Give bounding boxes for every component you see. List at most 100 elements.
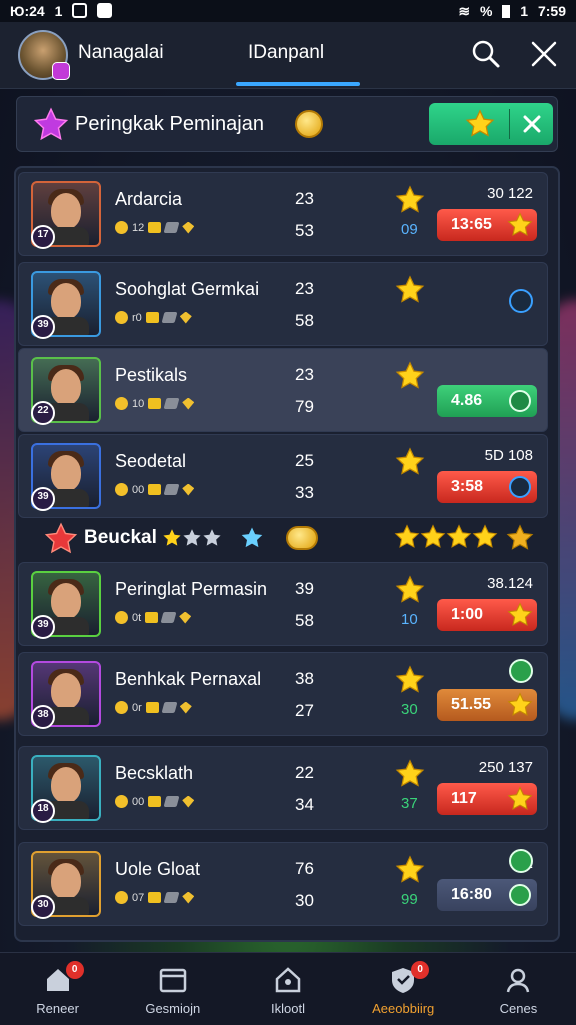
search-icon[interactable] bbox=[470, 38, 502, 70]
reward-value: 4.86 bbox=[451, 392, 483, 409]
button-divider bbox=[509, 109, 510, 139]
table-row[interactable]: 38 Benhkak Pernaxal 0r 38 27 3027 51.55 bbox=[18, 652, 548, 736]
pill-badge-icon bbox=[509, 390, 531, 412]
avatar-face bbox=[51, 767, 81, 803]
level-badge: 22 bbox=[31, 401, 55, 425]
nav-reneer[interactable]: 0 Reneer bbox=[0, 953, 115, 1025]
small-star-icon bbox=[163, 529, 181, 546]
favorite-toggle-button[interactable] bbox=[429, 103, 553, 145]
nav-cenes[interactable]: Cenes bbox=[461, 953, 576, 1025]
rating-star-icon bbox=[394, 524, 420, 548]
star-icon bbox=[465, 109, 495, 137]
gold-bar-icon bbox=[145, 612, 159, 623]
table-row[interactable]: 39 Soohglat Germkai r0 23 58 bbox=[18, 262, 548, 346]
timer-label: 30 122 bbox=[487, 185, 533, 202]
info-badge-icon[interactable] bbox=[509, 289, 533, 313]
reward-value: 3:58 bbox=[451, 478, 484, 495]
table-row[interactable]: 39 Seodetal 00 25 33 5D 108 3:58 bbox=[18, 434, 548, 518]
tab-nanagalai[interactable]: Nanagalai bbox=[78, 42, 164, 64]
wifi-icon: ≋ bbox=[458, 2, 471, 19]
calendar-icon bbox=[159, 968, 187, 993]
silver-bar-icon bbox=[161, 312, 178, 323]
table-row[interactable]: 39 Peringlat Permasin 0t 39 58 10 38.124 … bbox=[18, 562, 548, 646]
reward-pill-button[interactable]: 1:00 bbox=[437, 599, 537, 631]
stat-primary: 76 bbox=[295, 859, 314, 878]
nav-label: Aeeobbiirg bbox=[372, 1001, 435, 1016]
coin-icon bbox=[295, 110, 323, 138]
stat-secondary: 58 bbox=[295, 611, 314, 630]
table-row[interactable]: 22 Pestikals 10 23 79 4.86 bbox=[18, 348, 548, 432]
reward-pill-button[interactable]: 51.55 bbox=[437, 689, 537, 721]
reward-pill-button[interactable]: 4.86 bbox=[437, 385, 537, 417]
silver-bar-icon bbox=[163, 398, 180, 409]
stat-primary: 39 bbox=[295, 579, 314, 598]
reward-pill-button[interactable]: 16:80 bbox=[437, 879, 537, 911]
player-resources: 07 bbox=[115, 891, 195, 904]
star-icon bbox=[395, 447, 425, 475]
notification-badge: 0 bbox=[65, 961, 84, 979]
score-value: 99 bbox=[401, 891, 418, 908]
stat-secondary: 34 bbox=[295, 795, 314, 814]
profile-icon bbox=[507, 968, 530, 993]
resource-text: 10 bbox=[132, 397, 145, 410]
table-row[interactable]: 30 Uole Gloat 07 76 30 9932 16:80 bbox=[18, 842, 548, 926]
stat-primary: 25 bbox=[295, 451, 314, 470]
score-value: 30 bbox=[401, 701, 418, 718]
table-row[interactable]: 18 Becsklath 00 22 34 37 250 137 117 bbox=[18, 746, 548, 830]
nav-iklootl[interactable]: Iklootl bbox=[230, 953, 345, 1025]
table-row[interactable]: 17 Ardarcia 12 23 53 09 30 122 13:65 bbox=[18, 172, 548, 256]
avatar-face bbox=[51, 863, 81, 899]
gold-bar-icon bbox=[148, 892, 162, 903]
reward-pill-button[interactable]: 3:58 bbox=[437, 471, 537, 503]
dismiss-icon[interactable] bbox=[523, 115, 541, 133]
pill-star-icon bbox=[507, 786, 533, 810]
level-badge: 30 bbox=[31, 895, 55, 919]
stat-primary: 23 bbox=[295, 189, 314, 208]
profile-avatar[interactable] bbox=[18, 30, 70, 80]
player-avatar: 39 bbox=[31, 571, 101, 639]
player-avatar: 38 bbox=[31, 661, 101, 729]
resource-text: 12 bbox=[132, 221, 145, 234]
player-resources: 10 bbox=[115, 397, 195, 410]
reward-pill-button[interactable]: 13:65 bbox=[437, 209, 537, 241]
silver-star-icon bbox=[183, 529, 201, 546]
reward-value: 117 bbox=[451, 790, 477, 807]
rating-star-icon bbox=[446, 524, 472, 548]
stat-secondary: 27 bbox=[295, 701, 314, 720]
avatar-badge-icon bbox=[52, 62, 70, 80]
level-badge: 39 bbox=[31, 487, 55, 511]
player-name: Ardarcia bbox=[115, 189, 183, 209]
star-icon bbox=[395, 185, 425, 213]
stat-primary: 22 bbox=[295, 763, 314, 782]
stat-secondary: 79 bbox=[295, 397, 314, 416]
nav-gesmiojn[interactable]: Gesmiojn bbox=[115, 953, 230, 1025]
gold-bar-icon bbox=[148, 796, 162, 807]
ranking-header: Peringkak Peminajan bbox=[16, 96, 558, 152]
status-batt-num: 1 bbox=[520, 2, 529, 19]
reward-pill-button[interactable]: 117 bbox=[437, 783, 537, 815]
coin-icon bbox=[115, 397, 128, 410]
player-avatar: 39 bbox=[31, 271, 101, 339]
gold-badge-icon bbox=[506, 524, 534, 550]
reward-value: 1:00 bbox=[451, 606, 484, 623]
gem-icon bbox=[182, 221, 195, 234]
close-icon[interactable] bbox=[528, 38, 560, 70]
player-avatar: 30 bbox=[31, 851, 101, 919]
resource-text: 00 bbox=[132, 483, 145, 496]
avatar-face bbox=[51, 455, 81, 491]
star-icon bbox=[395, 575, 425, 603]
status-check-icon bbox=[509, 659, 533, 683]
status-bar: Ю:24 1 ≋ % 1 7:59 bbox=[0, 0, 576, 22]
stat-secondary: 30 bbox=[295, 891, 314, 910]
level-badge: 17 bbox=[31, 225, 55, 249]
gem-icon bbox=[182, 891, 195, 904]
tab-idanpanl[interactable]: IDanpanl bbox=[248, 42, 324, 64]
nav-aeeobbiirg[interactable]: 0 Aeeobbiirg bbox=[346, 953, 461, 1025]
stat-primary: 23 bbox=[295, 279, 314, 298]
gem-icon bbox=[182, 795, 195, 808]
player-avatar: 18 bbox=[31, 755, 101, 823]
active-tab-indicator bbox=[236, 82, 360, 86]
player-name: Uole Gloat bbox=[115, 859, 201, 879]
nav-label: Cenes bbox=[499, 1001, 538, 1016]
silver-bar-icon bbox=[163, 796, 180, 807]
